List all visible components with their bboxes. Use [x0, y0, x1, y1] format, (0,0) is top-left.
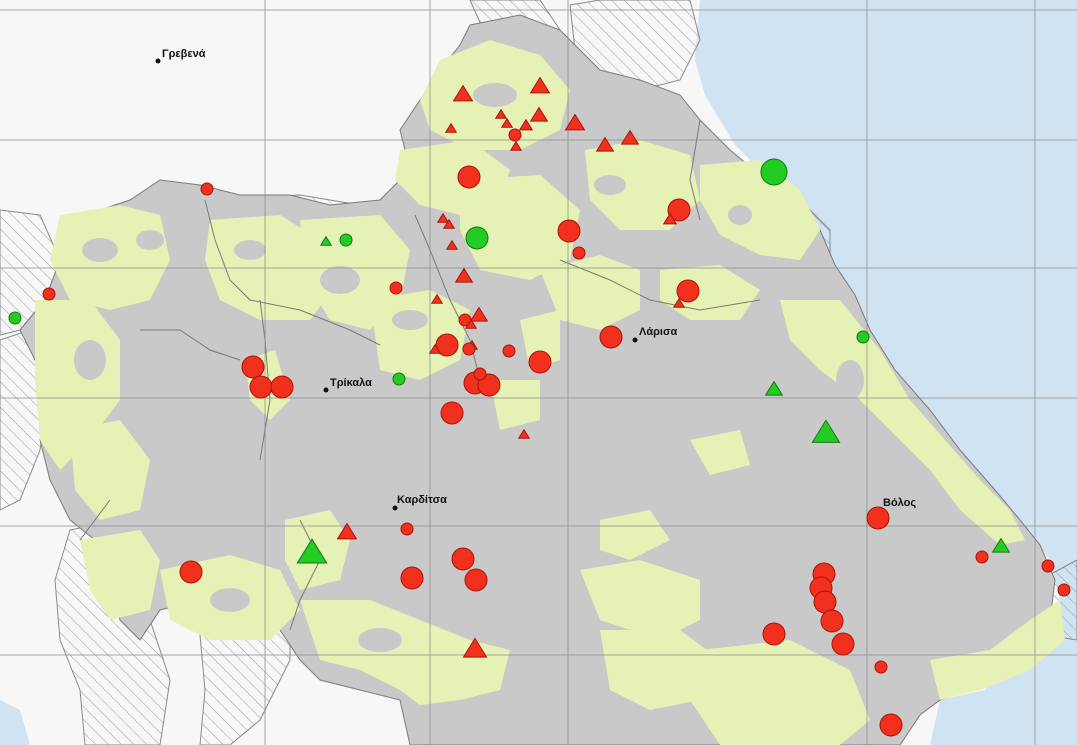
city-label-larisa: Λάρισα — [639, 326, 677, 338]
red-circle-marker[interactable] — [400, 566, 424, 590]
red-circle-marker[interactable] — [866, 506, 890, 530]
red-circle-marker[interactable] — [879, 713, 903, 737]
red-circle-marker[interactable] — [572, 246, 586, 260]
city-label-trikala: Τρίκαλα — [330, 377, 372, 389]
city-label-karditsa: Καρδίτσα — [397, 494, 447, 506]
map-canvas[interactable]: Γρεβενά Τρίκαλα Λάρισα Καρδίτσα Βόλος — [0, 0, 1077, 745]
red-circle-marker[interactable] — [457, 165, 481, 189]
red-circle-marker[interactable] — [820, 609, 844, 633]
red-circle-marker[interactable] — [400, 522, 414, 536]
red-circle-marker[interactable] — [528, 350, 552, 374]
thessaly-map: Γρεβενά Τρίκαλα Λάρισα Καρδίτσα Βόλος — [0, 0, 1077, 745]
red-circle-marker[interactable] — [389, 281, 403, 295]
red-circle-marker[interactable] — [502, 344, 516, 358]
red-circle-marker[interactable] — [599, 325, 623, 349]
red-circle-marker[interactable] — [464, 568, 488, 592]
red-circle-marker[interactable] — [557, 219, 581, 243]
green-circle-marker[interactable] — [465, 226, 489, 250]
red-circle-marker[interactable] — [451, 547, 475, 571]
red-circle-marker[interactable] — [762, 622, 786, 646]
red-circle-marker[interactable] — [676, 279, 700, 303]
red-circle-marker[interactable] — [975, 550, 989, 564]
city-dot-trikala — [323, 387, 329, 393]
green-circle-marker[interactable] — [8, 311, 22, 325]
red-circle-marker[interactable] — [200, 182, 214, 196]
city-dot-larisa — [632, 337, 638, 343]
green-circle-marker[interactable] — [392, 372, 406, 386]
red-circle-marker[interactable] — [42, 287, 56, 301]
red-circle-marker[interactable] — [831, 632, 855, 656]
red-circle-marker[interactable] — [473, 367, 487, 381]
city-dot-karditsa — [392, 505, 398, 511]
green-circle-marker[interactable] — [856, 330, 870, 344]
green-circle-marker[interactable] — [760, 158, 788, 186]
red-circle-marker[interactable] — [440, 401, 464, 425]
city-dot-grevena — [155, 58, 161, 64]
city-label-grevena: Γρεβενά — [162, 48, 206, 60]
red-circle-marker[interactable] — [1041, 559, 1055, 573]
red-circle-marker[interactable] — [179, 560, 203, 584]
city-label-volos: Βόλος — [883, 497, 916, 509]
red-circle-marker[interactable] — [874, 660, 888, 674]
red-circle-marker[interactable] — [462, 342, 476, 356]
red-circle-marker[interactable] — [1057, 583, 1071, 597]
red-circle-marker[interactable] — [508, 128, 522, 142]
red-circle-marker[interactable] — [249, 375, 273, 399]
red-circle-marker[interactable] — [241, 355, 265, 379]
red-circle-marker[interactable] — [270, 375, 294, 399]
green-circle-marker[interactable] — [339, 233, 353, 247]
